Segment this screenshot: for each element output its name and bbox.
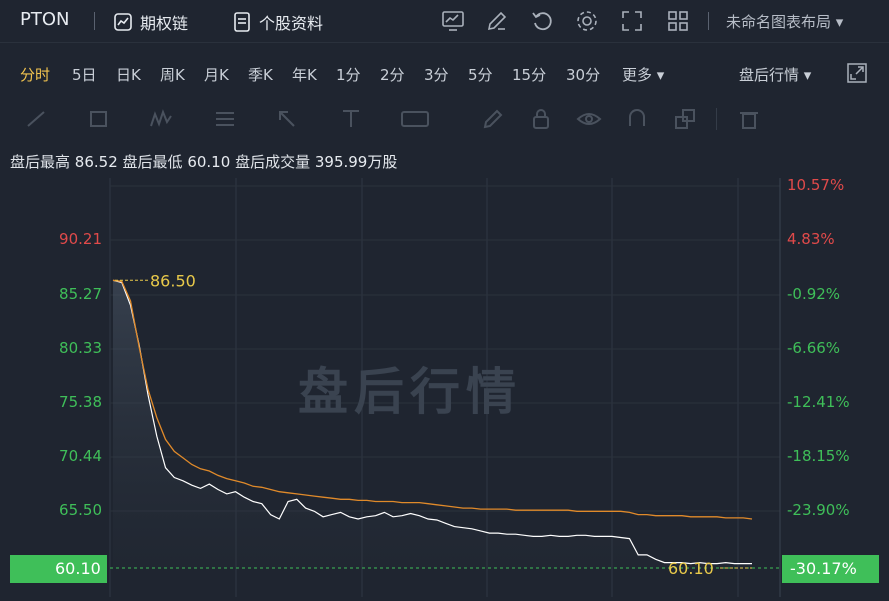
price-area-fill [113,280,752,568]
volume-value: 395.99万股 [314,153,398,171]
y-left-tick: 75.38 [59,393,102,411]
fullscreen-icon[interactable] [620,9,644,33]
y-right-tick: -6.66% [787,339,841,357]
high-annotation: 86.50 [150,271,196,290]
timeframe-bar: 盘后行情 ▾ 分时 5日 日K 周K 月K 季K 年K 1分 2分 3分 5分 15分 30分 更多 ▾ [0,52,889,92]
options-chain-icon [114,13,132,31]
stock-profile-label: 个股资料 [259,14,324,33]
document-icon [234,12,250,32]
layout-selector[interactable]: 未命名图表布局 ▾ [726,11,843,32]
timeframe-8[interactable]: 2分 [380,64,405,85]
caret-down-icon: ▾ [835,13,844,31]
low-value: 60.10 [187,153,231,171]
gear-icon[interactable] [575,9,599,33]
wave-tool-icon[interactable] [148,106,174,132]
timeframe-4[interactable]: 月K [204,64,229,85]
divider [94,12,95,30]
caret-down-icon: ▾ [652,66,665,84]
y-left-tick: 80.33 [59,339,102,357]
y-right-tick: -23.90% [787,501,850,519]
high-label: 盘后最高 [10,153,71,171]
y-right-tick: -18.15% [787,447,850,465]
low-annotation: 60.10 [668,559,714,578]
fib-tool-icon[interactable] [212,106,238,132]
low-label: 盘后最低 [122,153,183,171]
pen-icon[interactable] [480,106,506,132]
timeframe-2[interactable]: 日K [116,64,141,85]
edit-icon[interactable] [485,9,509,33]
expand-icon[interactable] [846,62,868,84]
timeframe-12[interactable]: 30分 [566,64,600,85]
y-left-tick: 70.44 [59,447,102,465]
caret-down-icon: ▾ [803,66,812,84]
watermark: 盘后行情 [298,363,522,421]
current-change-tag: -30.17% [782,555,879,583]
layers-icon[interactable] [672,106,698,132]
timeframe-10[interactable]: 5分 [468,64,493,85]
timeframe-3[interactable]: 周K [160,64,185,85]
timeframe-11[interactable]: 15分 [512,64,546,85]
timeframe-label: 更多 [622,66,653,84]
y-left-tick: 65.50 [59,501,102,519]
timeframe-13[interactable]: 更多 ▾ [622,64,664,85]
after-hours-stats: 盘后最高 86.52 盘后最低 60.10 盘后成交量 395.99万股 [10,151,397,172]
lock-icon[interactable] [528,106,554,132]
trendline-tool-icon[interactable] [24,106,50,132]
timeframe-0[interactable]: 分时 [20,64,50,85]
arrow-tool-icon[interactable] [274,106,300,132]
timeframe-5[interactable]: 季K [248,64,273,85]
eye-icon[interactable] [576,106,602,132]
chart-series [112,279,753,568]
layout-name: 未命名图表布局 [726,13,832,31]
drawing-toolbar [0,98,889,140]
monitor-chart-icon[interactable] [441,9,465,33]
current-price-tag: 60.10 [10,555,107,583]
reset-icon[interactable] [530,9,554,33]
top-bar: PTON 期权链 个股资料 未命名图表布局 ▾ [0,0,889,43]
stock-profile-button[interactable]: 个股资料 [231,10,323,34]
grid-layout-icon[interactable] [666,9,690,33]
magnet-icon[interactable] [624,106,650,132]
trash-icon[interactable] [736,106,762,132]
timeframe-6[interactable]: 年K [292,64,317,85]
ticker-symbol[interactable]: PTON [20,9,69,30]
rectangle-tool-icon[interactable] [86,106,112,132]
options-chain-button[interactable]: 期权链 [112,10,188,34]
divider [708,12,709,30]
divider [716,108,717,130]
session-label: 盘后行情 [739,66,800,84]
session-selector[interactable]: 盘后行情 ▾ [739,64,811,85]
y-right-tick: -12.41% [787,393,850,411]
y-left-tick: 90.21 [59,230,102,248]
text-tool-icon[interactable] [338,106,364,132]
high-value: 86.52 [74,153,118,171]
volume-label: 盘后成交量 [235,153,311,171]
y-left-tick: 85.27 [59,285,102,303]
y-right-tick: 4.83% [787,230,835,248]
timeframe-1[interactable]: 5日 [72,64,97,85]
y-right-tick: -0.92% [787,285,841,303]
timeframe-7[interactable]: 1分 [336,64,361,85]
options-chain-label: 期权链 [140,14,189,33]
timeframe-9[interactable]: 3分 [424,64,449,85]
y-right-tick: 10.57% [787,176,845,194]
price-label-tool-icon[interactable] [400,106,430,132]
